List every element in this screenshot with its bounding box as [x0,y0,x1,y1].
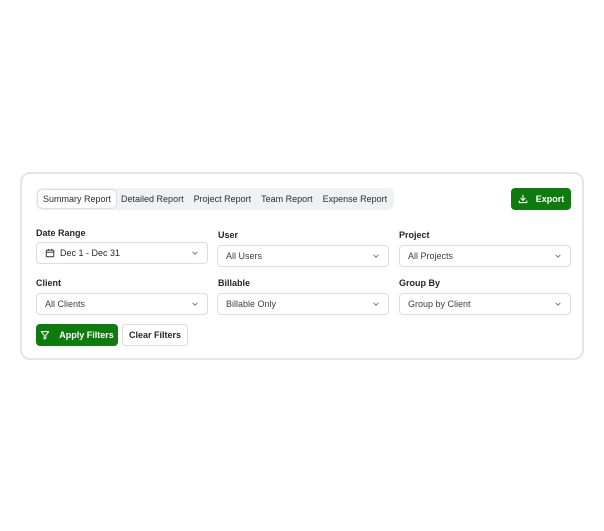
chevron-down-icon [192,251,198,255]
billable-select[interactable]: Billable Only [217,293,389,315]
date-range-value: Dec 1 - Dec 31 [60,248,121,258]
project-value: All Projects [408,251,454,261]
user-select[interactable]: All Users [217,245,389,267]
chevron-down-icon [555,254,561,258]
project-select[interactable]: All Projects [399,245,571,267]
client-select[interactable]: All Clients [36,293,208,315]
chevron-down-icon [373,254,379,258]
report-tabs: Summary Report Detailed Report Project R… [36,188,395,210]
calendar-icon [45,249,55,258]
chevron-down-icon [192,302,198,306]
tab-team-report[interactable]: Team Report [256,190,318,208]
date-range-label: Date Range [36,228,86,238]
clear-filters-button[interactable]: Clear Filters [122,324,188,346]
client-label: Client [36,278,62,288]
chevron-down-icon [373,302,379,306]
export-label: Export [535,194,565,204]
apply-filters-label: Apply Filters [59,330,114,340]
group-by-label: Group By [399,278,441,288]
group-by-value: Group by Client [408,299,471,309]
project-label: Project [399,230,430,240]
billable-value: Billable Only [226,299,277,309]
tab-summary-report[interactable]: Summary Report [38,190,117,208]
client-value: All Clients [45,299,86,309]
export-button[interactable]: Export [511,188,571,210]
apply-filters-button[interactable]: Apply Filters [36,324,118,346]
user-label: User [218,230,239,240]
download-icon [518,194,528,204]
clear-filters-label: Clear Filters [128,330,182,340]
filter-icon [40,331,50,340]
tab-expense-report[interactable]: Expense Report [318,190,393,208]
tab-detailed-report[interactable]: Detailed Report [116,190,189,208]
billable-label: Billable [218,278,251,288]
chevron-down-icon [555,302,561,306]
user-value: All Users [226,251,263,261]
group-by-select[interactable]: Group by Client [399,293,571,315]
date-range-picker[interactable]: Dec 1 - Dec 31 [36,242,208,264]
tab-project-report[interactable]: Project Report [189,190,257,208]
report-filter-card: Summary Report Detailed Report Project R… [20,172,584,360]
